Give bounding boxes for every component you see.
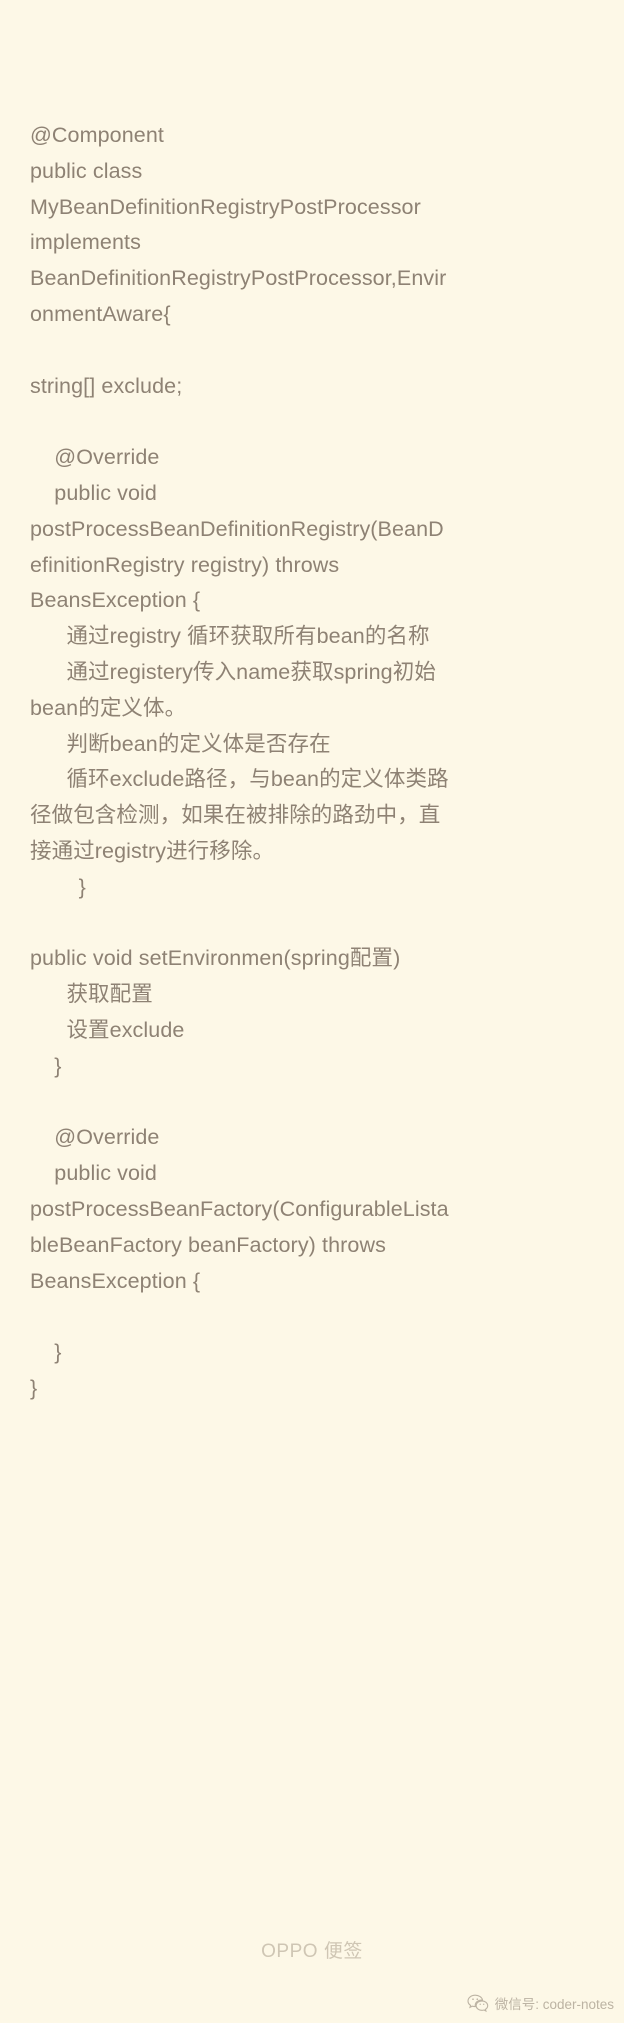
note-line: 径做包含检测，如果在被排除的路劲中，直 [30, 803, 441, 828]
note-page: @Component public class MyBeanDefinitionRe… [0, 0, 624, 2023]
note-line: postProcessBeanDefinitionRegistry(BeanD [30, 516, 444, 541]
note-line: @Component [30, 123, 164, 147]
note-line: 循环exclude路径，与bean的定义体类路 [30, 767, 449, 792]
note-line: 接通过registry进行移除。 [30, 838, 275, 863]
wechat-watermark: 微信号: coder-notes [467, 1993, 614, 2013]
note-line: BeansException { [30, 588, 201, 613]
note-line: public void [30, 1161, 157, 1186]
note-line: 通过registery传入name获取spring初始 [30, 659, 436, 684]
note-line [30, 906, 594, 942]
note-line: BeanDefinitionRegistryPostProcessor,Envi… [30, 266, 447, 291]
note-line: string[] exclude; [30, 373, 183, 398]
note-line: } [30, 1053, 62, 1078]
note-line: bleBeanFactory beanFactory) throws [30, 1232, 386, 1257]
note-line: 获取配置 [30, 982, 153, 1007]
note-line: 通过registry 循环获取所有bean的名称 [30, 624, 430, 649]
note-line: MyBeanDefinitionRegistryPostProcessor [30, 194, 421, 219]
note-line: } [30, 1375, 38, 1400]
wechat-icon [467, 1994, 489, 2012]
oppo-notes-brand-label: OPPO 便签 [261, 1941, 363, 1962]
note-line [30, 1085, 594, 1121]
note-line [30, 333, 594, 369]
note-line: 设置exclude [30, 1017, 185, 1042]
note-line: @Override [30, 445, 160, 470]
note-line: 判断bean的定义体是否存在 [30, 731, 331, 756]
wechat-watermark-label: 微信号: coder-notes [494, 1997, 614, 2012]
note-line: implements [30, 230, 141, 255]
note-line: public void [30, 480, 157, 505]
note-line: BeansException { [30, 1268, 201, 1293]
note-line: } [30, 874, 86, 899]
note-line: public void setEnvironmen(spring配置) [30, 946, 401, 971]
note-line [30, 404, 594, 440]
note-line: bean的定义体。 [30, 695, 187, 720]
note-line: efinitionRegistry registry) throws [30, 552, 340, 577]
note-line: } [30, 1340, 62, 1365]
note-line [30, 1299, 594, 1335]
note-line: onmentAware{ [30, 301, 171, 326]
note-line: @Override [30, 1125, 160, 1150]
note-content[interactable]: @Component public class MyBeanDefinitionRe… [0, 0, 624, 1407]
note-line: public class [30, 158, 143, 183]
note-line: postProcessBeanFactory(ConfigurableLista [30, 1196, 449, 1221]
